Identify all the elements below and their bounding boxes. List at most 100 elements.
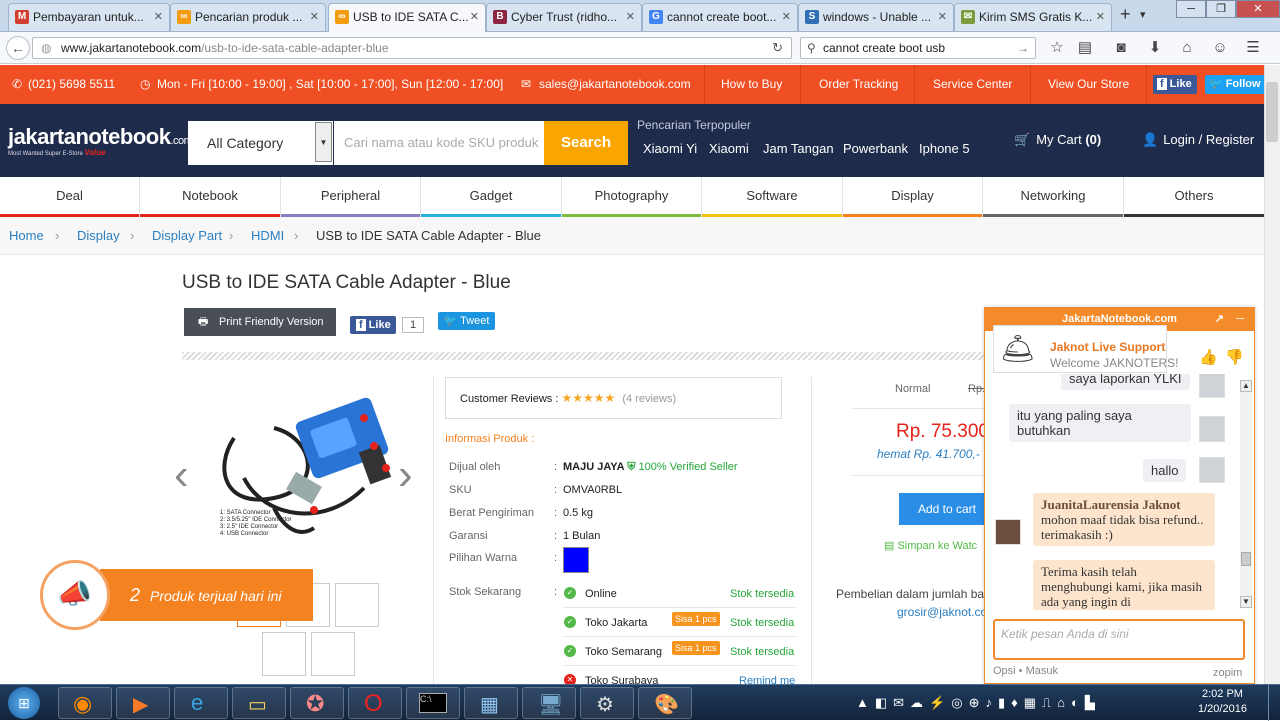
scroll-down-icon[interactable]: ▼ bbox=[1240, 596, 1252, 608]
cat-notebook[interactable]: Notebook bbox=[140, 177, 281, 217]
back-button[interactable]: ← bbox=[6, 36, 30, 60]
chat-input[interactable]: Ketik pesan Anda di sini bbox=[993, 619, 1245, 660]
view-our-store-link[interactable]: View Our Store bbox=[1048, 65, 1129, 104]
paint-taskbar-icon[interactable]: 🎨 bbox=[638, 687, 692, 719]
my-cart-link[interactable]: 🛒 My Cart (0) bbox=[1014, 132, 1101, 148]
seller-name[interactable]: MAJU JAYA ⛨ 100% Verified Seller bbox=[563, 461, 738, 474]
tab-gmail[interactable]: M Pembayaran untuk... ✕ bbox=[8, 3, 170, 31]
close-tab-icon[interactable]: ✕ bbox=[154, 4, 163, 30]
thumbnail[interactable] bbox=[335, 583, 379, 627]
product-search-input[interactable]: Cari nama atau kode SKU produk bbox=[334, 121, 544, 165]
start-button[interactable]: ⊞ bbox=[8, 687, 40, 719]
thumbs-up-icon[interactable]: 👍 bbox=[1199, 348, 1218, 366]
email-link[interactable]: sales@jakartanotebook.com bbox=[539, 65, 691, 104]
thumbnail[interactable] bbox=[262, 632, 306, 676]
url-bar[interactable]: ◍ www.jakartanotebook.com/usb-to-ide-sat… bbox=[32, 37, 792, 59]
safari-taskbar-icon[interactable]: ✪ bbox=[290, 687, 344, 719]
cat-deal[interactable]: Deal bbox=[0, 177, 140, 217]
chat-scrollbar[interactable]: ▲ ▼ bbox=[1240, 380, 1252, 608]
popular-link[interactable]: Powerbank bbox=[843, 141, 908, 156]
close-tab-icon[interactable]: ✕ bbox=[1096, 4, 1105, 30]
cat-gadget[interactable]: Gadget bbox=[421, 177, 562, 217]
bookmark-star-icon[interactable]: ☆ bbox=[1048, 40, 1066, 56]
how-to-buy-link[interactable]: How to Buy bbox=[721, 65, 782, 104]
home-icon[interactable]: ⌂ bbox=[1178, 40, 1196, 56]
close-tab-icon[interactable]: ✕ bbox=[782, 4, 791, 30]
chat-icon[interactable]: ☺ bbox=[1211, 40, 1229, 56]
show-desktop-button[interactable] bbox=[1268, 685, 1280, 721]
tab-sms[interactable]: ✉ Kirim SMS Gratis K... ✕ bbox=[954, 3, 1112, 31]
tweet-button[interactable]: 🐦 Tweet bbox=[438, 312, 495, 330]
page-scroll-thumb[interactable] bbox=[1266, 82, 1278, 142]
popular-link[interactable]: Jam Tangan bbox=[763, 141, 834, 156]
reload-icon[interactable]: ↻ bbox=[772, 38, 783, 58]
search-button[interactable]: Search bbox=[544, 121, 628, 165]
login-register-link[interactable]: 👤 Login / Register bbox=[1142, 132, 1254, 148]
crumb-display[interactable]: Display bbox=[77, 217, 120, 255]
reading-list-icon[interactable]: ▤ bbox=[1076, 40, 1094, 56]
tab-usb-ide[interactable]: ∞ USB to IDE SATA C... ✕ bbox=[328, 3, 486, 32]
cat-others[interactable]: Others bbox=[1124, 177, 1264, 217]
watchlist-link[interactable]: ▤ Simpan ke Watc bbox=[884, 539, 977, 552]
chat-scroll-thumb[interactable] bbox=[1241, 552, 1251, 566]
close-tab-icon[interactable]: ✕ bbox=[470, 4, 479, 30]
cat-software[interactable]: Software bbox=[702, 177, 843, 217]
tab-google[interactable]: Gcannot create boot... ✕ bbox=[642, 3, 798, 31]
download-icon[interactable]: ⬇ bbox=[1146, 40, 1164, 56]
tab-cyber-trust[interactable]: B Cyber Trust (ridho... ✕ bbox=[486, 3, 642, 31]
cmd-taskbar-icon[interactable]: C:\ bbox=[406, 687, 460, 719]
twitter-follow-button[interactable]: 🐦 Follow bbox=[1205, 75, 1266, 94]
close-window-button[interactable]: ✕ bbox=[1236, 0, 1280, 18]
pocket-icon[interactable]: ◙ bbox=[1112, 40, 1130, 56]
new-tab-button[interactable]: + bbox=[1120, 4, 1131, 25]
add-to-cart-button[interactable]: Add to cart bbox=[899, 493, 995, 525]
crumb-home[interactable]: Home bbox=[9, 217, 44, 255]
browser-search-box[interactable]: ⚲ cannot create boot usb → bbox=[800, 37, 1036, 59]
popular-link[interactable]: Xiaomi Yi bbox=[643, 141, 697, 156]
tab-windows[interactable]: Swindows - Unable ... ✕ bbox=[798, 3, 954, 31]
popular-link[interactable]: Xiaomi bbox=[709, 141, 749, 156]
cat-networking[interactable]: Networking bbox=[983, 177, 1124, 217]
cat-peripheral[interactable]: Peripheral bbox=[281, 177, 421, 217]
bulk-email-link[interactable]: grosir@jaknot.co bbox=[897, 605, 987, 619]
cat-photography[interactable]: Photography bbox=[562, 177, 702, 217]
control-panel-taskbar-icon[interactable]: ▦ bbox=[464, 687, 518, 719]
cat-display[interactable]: Display bbox=[843, 177, 983, 217]
menu-icon[interactable]: ☰ bbox=[1244, 40, 1262, 56]
prev-image-arrow[interactable]: ‹ bbox=[174, 453, 189, 497]
minimize-icon[interactable]: ─ bbox=[1236, 308, 1244, 331]
phone-number[interactable]: (021) 5698 5511 bbox=[28, 65, 115, 104]
thumbs-down-icon[interactable]: 👎 bbox=[1225, 348, 1244, 366]
media-player-taskbar-icon[interactable]: ▶ bbox=[116, 687, 170, 719]
print-button[interactable]: 🖶 Print Friendly Version bbox=[184, 308, 336, 336]
tab-search-product[interactable]: ∞ Pencarian produk ... ✕ bbox=[170, 3, 326, 31]
setup-taskbar-icon[interactable]: ⚙ bbox=[580, 687, 634, 719]
product-image[interactable]: 1: SATA Connector 2: 3.5/5.25" IDE Conne… bbox=[214, 378, 402, 564]
go-arrow-icon[interactable]: → bbox=[1017, 38, 1029, 58]
scroll-up-icon[interactable]: ▲ bbox=[1240, 380, 1252, 392]
crumb-display-part[interactable]: Display Part bbox=[152, 217, 222, 255]
category-select[interactable]: All Category ▼ bbox=[188, 121, 333, 165]
explorer-taskbar-icon[interactable]: ▭ bbox=[232, 687, 286, 719]
facebook-like-button[interactable]: f Like bbox=[350, 316, 396, 334]
crumb-hdmi[interactable]: HDMI bbox=[251, 217, 284, 255]
next-image-arrow[interactable]: › bbox=[398, 453, 413, 497]
thumbnail[interactable] bbox=[311, 632, 355, 676]
popular-link[interactable]: Iphone 5 bbox=[919, 141, 970, 156]
reviews-count[interactable]: (4 reviews) bbox=[622, 393, 676, 405]
opera-taskbar-icon[interactable]: O bbox=[348, 687, 402, 719]
taskbar-clock[interactable]: 2:02 PM 1/20/2016 bbox=[1198, 687, 1247, 717]
service-center-link[interactable]: Service Center bbox=[933, 65, 1012, 104]
ie-taskbar-icon[interactable]: e bbox=[174, 687, 228, 719]
tab-list-icon[interactable]: ▾ bbox=[1140, 8, 1146, 21]
site-logo[interactable]: jakartanotebook.com Most Wanted Super E-… bbox=[8, 124, 193, 157]
zopim-logo[interactable]: zopim bbox=[1213, 667, 1242, 679]
popout-icon[interactable]: ↗ bbox=[1215, 308, 1224, 331]
network-taskbar-icon[interactable]: 🖥 bbox=[522, 687, 576, 719]
customer-reviews-box[interactable]: Customer Reviews : ★★★★★ (4 reviews) bbox=[445, 377, 782, 419]
firefox-taskbar-icon[interactable]: ◉ bbox=[58, 687, 112, 719]
page-scrollbar[interactable] bbox=[1264, 65, 1280, 684]
close-tab-icon[interactable]: ✕ bbox=[626, 4, 635, 30]
minimize-button[interactable]: ─ bbox=[1176, 0, 1206, 18]
maximize-button[interactable]: ❐ bbox=[1206, 0, 1236, 18]
